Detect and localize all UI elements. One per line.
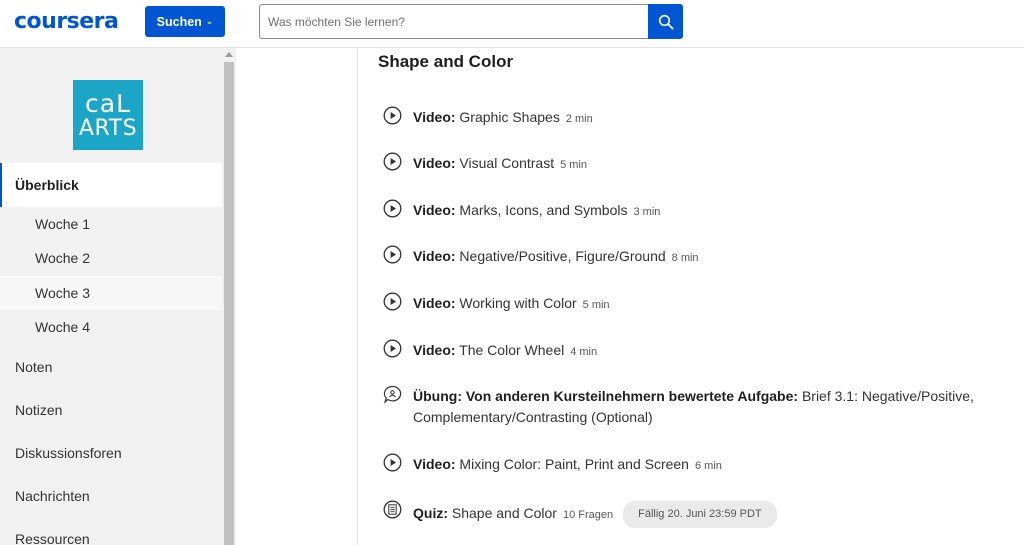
sidebar-item-week-3[interactable]: Woche 3 (0, 276, 222, 310)
lesson-type: Quiz: (413, 505, 448, 521)
peer-review-icon (383, 385, 402, 404)
lesson-title: Graphic Shapes (459, 109, 560, 125)
lesson-item[interactable]: Übung: Von anderen Kursteilnehmern bewer… (383, 385, 1008, 428)
scrollbar-thumb[interactable] (224, 62, 234, 545)
sidebar-item-week-1[interactable]: Woche 1 (0, 207, 222, 241)
lesson-item[interactable]: Video: The Color Wheel 4 min (383, 339, 1008, 363)
sidebar-item-messages[interactable]: Nachrichten (0, 474, 222, 517)
sidebar-item-overview[interactable]: Überblick (0, 163, 222, 207)
lesson-item-text: Video: Graphic Shapes 2 min (413, 107, 593, 130)
search-button[interactable] (648, 4, 683, 39)
sidebar-item-label: Woche 3 (35, 285, 90, 301)
play-circle-icon (383, 245, 402, 264)
sidebar-item-label: Woche 2 (35, 250, 90, 266)
sidebar-scrollbar[interactable] (222, 48, 236, 545)
play-circle-icon (383, 453, 402, 472)
lesson-item[interactable]: Video: Marks, Icons, and Symbols 3 min (383, 199, 1008, 223)
due-date-badge: Fällig 20. Juni 23:59 PDT (623, 501, 777, 528)
chevron-down-icon: ⌄ (205, 16, 214, 26)
sidebar-item-week-4[interactable]: Woche 4 (0, 310, 222, 344)
lesson-title: The Color Wheel (459, 342, 565, 358)
calarts-logo[interactable]: caL ARTS (73, 80, 143, 150)
lesson-type: Video: (413, 109, 456, 125)
section-title: Shape and Color (378, 52, 514, 71)
sidebar-item-label: Ressourcen (15, 530, 90, 545)
sidebar-item-label: Woche 1 (35, 216, 90, 232)
lesson-item[interactable]: Video: Negative/Positive, Figure/Ground 8… (383, 245, 1008, 269)
lesson-item[interactable]: Video: Graphic Shapes 2 min (383, 106, 1008, 130)
lesson-duration: 2 min (565, 113, 593, 125)
lesson-type: Video: (413, 155, 456, 171)
content-divider (357, 48, 358, 545)
lesson-title: Working with Color (459, 295, 577, 311)
lesson-duration: 5 min (582, 299, 610, 311)
sidebar-item-label: Nachrichten (15, 487, 90, 504)
search-input[interactable] (259, 4, 649, 39)
sidebar-item-label: Notizen (15, 401, 63, 418)
play-circle-icon (383, 292, 402, 311)
sidebar-item-grades[interactable]: Noten (0, 345, 222, 388)
lesson-item-text: Video: Negative/Positive, Figure/Ground 8… (413, 246, 699, 269)
explore-button-label: Suchen (156, 14, 202, 29)
lesson-title: Shape and Color (451, 505, 557, 521)
lesson-item[interactable]: Quiz: Shape and Color 10 Fragen Fällig 20.… (383, 500, 1008, 528)
lesson-item-text: Video: Working with Color 5 min (413, 293, 610, 316)
play-circle-icon (383, 339, 402, 358)
top-header: coursera Suchen ⌄ (0, 0, 1024, 48)
lesson-title: Visual Contrast (459, 155, 555, 171)
lesson-title: Marks, Icons, and Symbols (459, 202, 628, 218)
lesson-item-text: Video: The Color Wheel 4 min (413, 340, 597, 363)
sidebar-item-notes[interactable]: Notizen (0, 388, 222, 431)
course-logo-line2: ARTS (78, 115, 138, 141)
explore-button[interactable]: Suchen ⌄ (145, 6, 225, 37)
sidebar-item-week-2[interactable]: Woche 2 (0, 241, 222, 275)
sidebar-item-label: Noten (15, 358, 53, 375)
lesson-type: Video: (413, 202, 456, 218)
lesson-item[interactable]: Video: Working with Color 5 min (383, 292, 1008, 316)
play-circle-icon (383, 199, 402, 218)
lesson-title: Negative/Positive, Figure/Ground (459, 248, 666, 264)
lesson-title: Mixing Color: Paint, Print and Screen (459, 456, 689, 472)
search-icon (658, 14, 673, 29)
lesson-duration: 4 min (570, 346, 598, 358)
lesson-item[interactable]: Video: Mixing Color: Paint, Print and Sc… (383, 453, 1008, 477)
lesson-duration: 6 min (694, 460, 722, 472)
lesson-item-text: Video: Mixing Color: Paint, Print and Sc… (413, 454, 722, 477)
sidebar-item-label: Woche 4 (35, 319, 90, 335)
lesson-item-text: Übung: Von anderen Kursteilnehmern bewer… (413, 386, 1008, 428)
sidebar-item-resources[interactable]: Ressourcen (0, 517, 222, 545)
lesson-type: Video: (413, 456, 456, 472)
lesson-type: Video: (413, 342, 456, 358)
lesson-item-text: Video: Visual Contrast 5 min (413, 153, 587, 176)
lesson-type: Übung: Von anderen Kursteilnehmern bewer… (413, 388, 799, 404)
lesson-duration: 5 min (560, 159, 588, 171)
search-bar (259, 4, 683, 39)
lesson-item-text: Video: Marks, Icons, and Symbols 3 min (413, 200, 660, 223)
lesson-duration: 3 min (633, 206, 661, 218)
lesson-type: Video: (413, 295, 456, 311)
sidebar-item-label: Überblick (15, 177, 79, 193)
coursera-logo[interactable]: coursera (14, 9, 119, 34)
sidebar-item-label: Diskussionsforen (15, 444, 122, 461)
play-circle-icon (383, 106, 402, 125)
course-sidebar: caL ARTS Überblick Woche 1 Woche 2 Woche… (0, 48, 222, 545)
course-logo-line1: caL (85, 88, 131, 118)
play-circle-icon (383, 152, 402, 171)
lesson-type: Video: (413, 248, 456, 264)
lesson-duration: 10 Fragen (562, 509, 614, 521)
quiz-icon (383, 500, 402, 519)
lesson-item[interactable]: Video: Visual Contrast 5 min (383, 152, 1008, 176)
sidebar-item-forums[interactable]: Diskussionsforen (0, 431, 222, 474)
lesson-duration: 8 min (671, 252, 699, 264)
lesson-item-text: Quiz: Shape and Color 10 Fragen Fällig 20.… (413, 501, 777, 528)
scroll-up-arrow-icon[interactable] (225, 52, 233, 57)
